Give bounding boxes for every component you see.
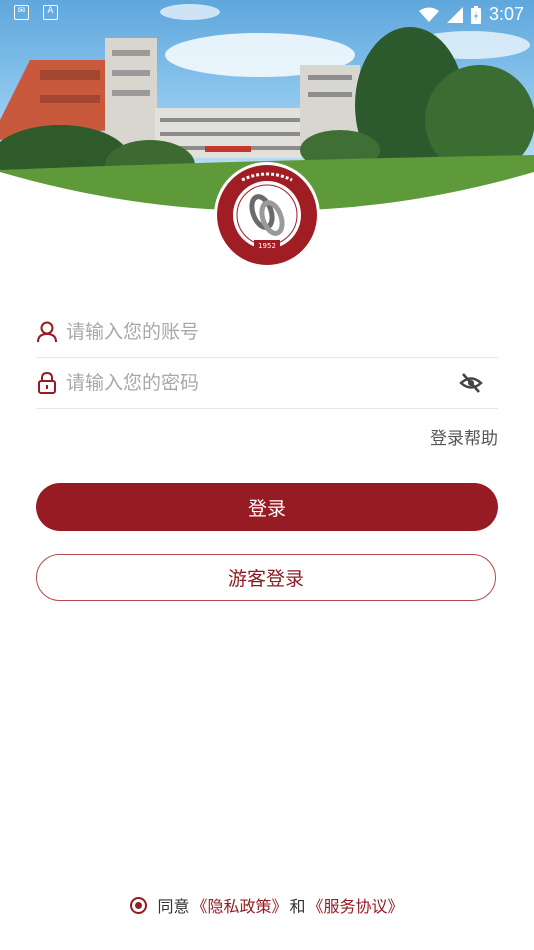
eye-off-icon[interactable] <box>458 370 484 396</box>
agree-connector: 和 <box>289 897 306 916</box>
agree-prefix: 同意 <box>157 897 190 916</box>
login-help-link[interactable]: 登录帮助 <box>430 424 498 449</box>
logo-year: 1952 <box>258 242 276 250</box>
agreement-row: 同意 《隐私政策》 和 《服务协议》 <box>0 893 534 917</box>
user-icon <box>36 320 58 344</box>
message-notification-icon: ✉ <box>14 5 29 20</box>
signal-icon <box>446 6 463 23</box>
status-bar: ✉ A 3:07 <box>0 0 534 28</box>
password-field[interactable] <box>36 358 498 409</box>
battery-icon <box>470 5 481 24</box>
service-agreement-link[interactable]: 《服务协议》 <box>308 893 404 917</box>
status-time: 3:07 <box>488 4 524 24</box>
account-field[interactable] <box>36 307 498 358</box>
agree-radio[interactable] <box>130 896 148 914</box>
app-notification-icon: A <box>43 5 58 20</box>
school-logo: 1952 <box>212 160 322 270</box>
lock-icon <box>36 371 58 395</box>
account-input[interactable] <box>66 321 498 343</box>
wifi-icon <box>418 7 439 22</box>
guest-login-button[interactable]: 游客登录 <box>36 554 496 601</box>
login-button[interactable]: 登录 <box>36 483 498 531</box>
password-input[interactable] <box>66 372 458 394</box>
privacy-policy-link[interactable]: 《隐私政策》 <box>191 893 287 917</box>
